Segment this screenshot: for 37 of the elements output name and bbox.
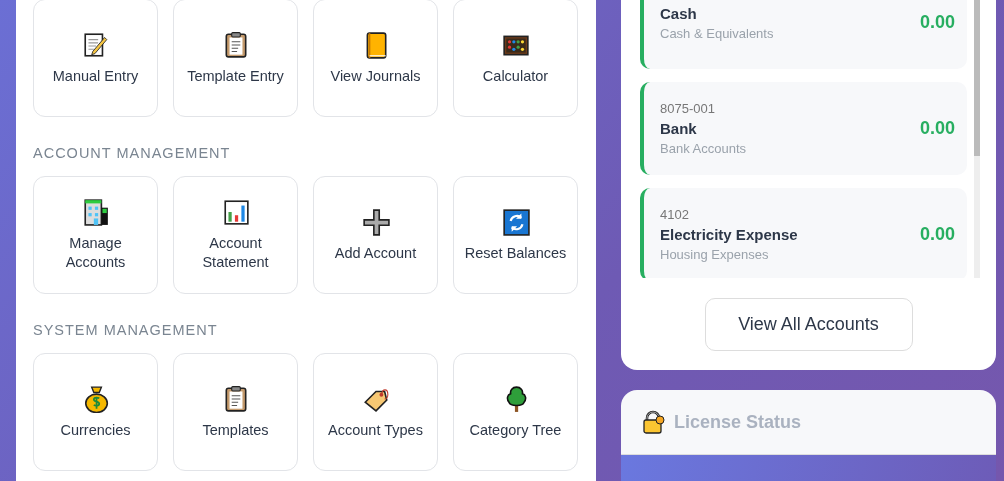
action-tile[interactable]: Template Entry xyxy=(173,0,298,117)
account-balance: 0.00 xyxy=(919,224,955,245)
plus-icon xyxy=(361,207,390,236)
section-title: SYSTEM MANAGEMENT xyxy=(33,321,219,339)
account-code: 4102 xyxy=(660,207,690,222)
account-balance: 0.00 xyxy=(919,12,955,33)
account-name: Bank xyxy=(660,120,698,137)
action-tile[interactable]: Account Types xyxy=(313,353,438,471)
account-type: Bank Accounts xyxy=(660,141,746,156)
view-all-button[interactable]: View All Accounts xyxy=(704,298,913,351)
account-type: Housing Expenses xyxy=(660,247,770,262)
account-item[interactable]: 4102 Electricity Expense Housing Expenses 0.00 xyxy=(640,188,967,278)
office-building-icon xyxy=(81,198,110,226)
action-tile[interactable]: Category Tree xyxy=(453,353,578,471)
action-tile[interactable]: View Journals xyxy=(313,0,438,117)
action-tile[interactable]: Manage Accounts xyxy=(33,176,158,294)
account-type: Cash & Equivalents xyxy=(660,25,774,41)
section-title: ACCOUNT MANAGEMENT xyxy=(33,144,232,162)
license-title: License Status xyxy=(674,411,802,433)
action-tile[interactable]: Currencies xyxy=(33,353,158,471)
account-code: 8075-001 xyxy=(660,101,716,116)
refresh-icon xyxy=(501,207,530,236)
account-item[interactable]: Cash Cash & Equivalents 0.00 xyxy=(640,0,967,69)
scrollbar[interactable] xyxy=(974,0,980,278)
action-tile[interactable]: Add Account xyxy=(313,176,438,294)
padlock-icon xyxy=(642,410,666,434)
action-tile[interactable]: Reset Balances xyxy=(453,176,578,294)
action-tile[interactable]: Manual Entry xyxy=(33,0,158,117)
account-balance: 0.00 xyxy=(919,118,955,139)
account-name: Electricity Expense xyxy=(660,226,798,243)
bar-chart-icon xyxy=(221,198,250,226)
action-tile[interactable]: Calculator xyxy=(453,0,578,117)
account-item[interactable]: 8075-001 Bank Bank Accounts 0.00 xyxy=(640,82,967,175)
action-tile[interactable]: Account Statement xyxy=(173,176,298,294)
memo-icon xyxy=(81,30,110,59)
action-tile[interactable]: Templates xyxy=(173,353,298,471)
account-name: Cash xyxy=(660,4,698,22)
